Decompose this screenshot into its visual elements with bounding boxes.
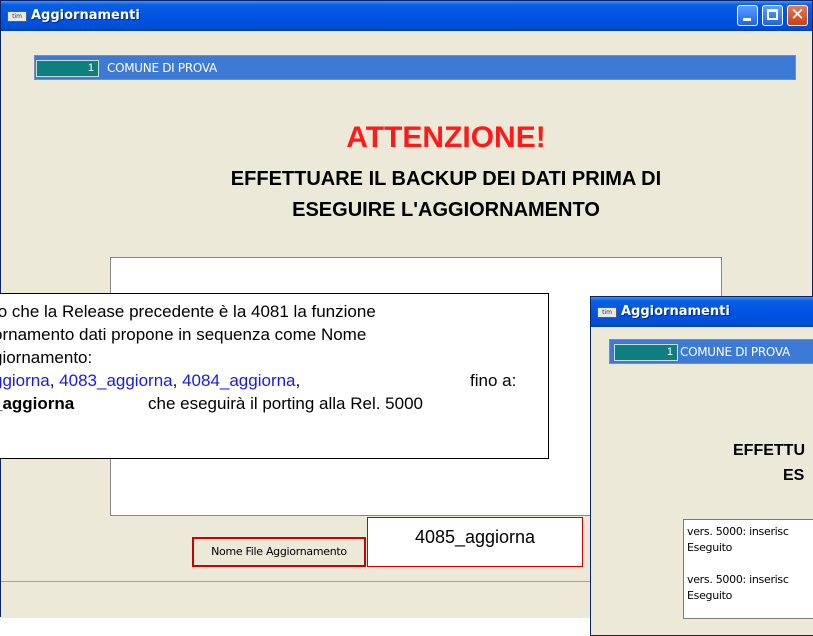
app-icon: tim — [597, 307, 617, 318]
file-name-field[interactable]: 4085_aggiorna — [367, 517, 583, 567]
callout-line-3: giornamento: — [0, 348, 93, 367]
callout-tail: che eseguirà il porting alla Rel. 5000 — [148, 394, 424, 413]
callout-line-1: to che la Release precedente è la 4081 l… — [0, 302, 376, 321]
warning-title: ATTENZIONE! — [346, 121, 546, 154]
minimize-icon — [743, 18, 751, 21]
callout-line-4: ggiorna, 4083_aggiorna, 4084_aggiorna, fi… — [0, 369, 548, 392]
log-spacer — [687, 556, 813, 572]
log-status-2: Eseguito — [687, 589, 733, 602]
title-bar[interactable]: tim Aggiornamenti ✕ — [1, 1, 812, 31]
file-name-item: 4083_aggiorna — [59, 371, 173, 390]
callout-tail: fino a: — [470, 371, 517, 390]
secondary-comune-bar: 1 COMUNE DI PROVA — [609, 339, 813, 364]
app-icon: tim — [7, 11, 27, 22]
maximize-icon — [767, 9, 778, 20]
comune-bar: 1 COMUNE DI PROVA — [34, 55, 796, 80]
maximize-button[interactable] — [762, 5, 783, 26]
file-name-label: Nome File Aggiornamento — [192, 537, 366, 567]
secondary-comune-code-field[interactable]: 1 — [614, 344, 678, 361]
log-entry-1: vers. 5000: inserisc — [687, 525, 789, 538]
separator: , — [49, 371, 60, 390]
secondary-title-bar[interactable]: tim Aggiornamenti — [591, 297, 813, 327]
secondary-window-title: Aggiornamenti — [621, 304, 730, 319]
callout-line-5: _aggiorna che eseguirà il porting alla Re… — [0, 392, 548, 415]
close-button[interactable]: ✕ — [787, 5, 808, 26]
secondary-backup-warning-line1: EFFETTU — [733, 442, 805, 459]
secondary-comune-name: COMUNE DI PROVA — [680, 345, 790, 359]
separator: , — [172, 371, 183, 390]
backup-warning-line1: EFFETTUARE IL BACKUP DEI DATI PRIMA DI — [230, 168, 662, 190]
final-file-name: _aggiorna — [0, 394, 75, 413]
secondary-backup-warning-line2: ES — [783, 467, 805, 484]
close-icon: ✕ — [790, 5, 805, 25]
comune-name: COMUNE DI PROVA — [107, 61, 217, 75]
file-name-item: 4084_aggiorna — [182, 371, 296, 390]
backup-warning-line2: ESEGUIRE L'AGGIORNAMENTO — [292, 199, 600, 221]
comune-code-field[interactable]: 1 — [36, 60, 99, 77]
minimize-button[interactable] — [737, 5, 758, 26]
status-bar — [1, 581, 601, 618]
explanation-callout: to che la Release precedente è la 4081 l… — [0, 293, 549, 459]
log-status-1: Eseguito — [687, 541, 733, 554]
secondary-window: tim Aggiornamenti 1 COMUNE DI PROVA EFFE… — [590, 296, 813, 636]
callout-line-2: ornamento dati propone in sequenza come … — [0, 325, 367, 344]
secondary-update-log[interactable]: vers. 5000: inserisc Eseguito vers. 5000… — [683, 519, 813, 619]
window-title: Aggiornamenti — [31, 8, 140, 23]
file-name-item: ggiorna — [0, 371, 50, 390]
log-entry-2: vers. 5000: inserisc — [687, 573, 789, 586]
separator: , — [295, 371, 301, 390]
